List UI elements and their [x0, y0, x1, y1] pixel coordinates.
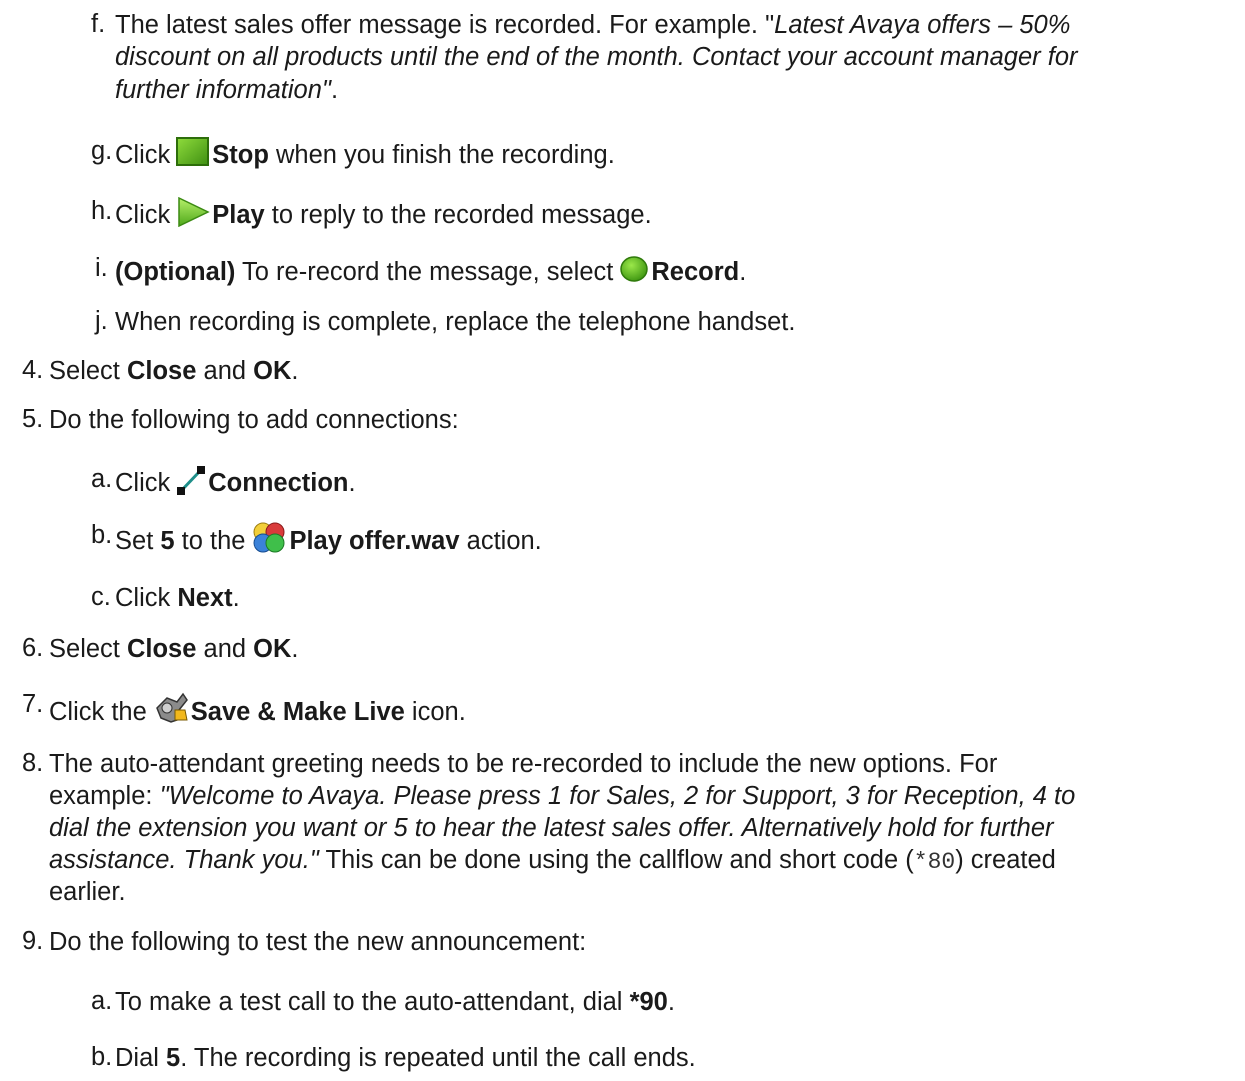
step-9a: To make a test call to the auto-attendan… [115, 988, 675, 1016]
step-5c: Click Next. [115, 584, 240, 612]
short-code: *80 [913, 849, 956, 875]
list-marker: c. [91, 583, 111, 611]
list-marker: b. [91, 1043, 113, 1071]
list-marker: 7. [22, 690, 44, 718]
stop-square-icon[interactable] [176, 137, 210, 167]
step-8-line-4: assistance. Thank you." This can be done… [49, 846, 1056, 875]
step-h: Click Play to reply to the recorded messa… [115, 197, 652, 230]
action-puzzle-icon[interactable] [251, 521, 287, 553]
step-8-line-2: example: "Welcome to Avaya. Please press… [49, 782, 1076, 810]
step-f-line-2: discount on all products until the end o… [115, 43, 1078, 71]
list-marker: 6. [22, 634, 44, 662]
list-marker: 9. [22, 927, 44, 955]
step-6: Select Close and OK. [49, 635, 299, 663]
connection-line-icon[interactable] [176, 465, 206, 495]
step-5: Do the following to add connections: [49, 406, 459, 434]
list-marker: 5. [22, 405, 44, 433]
list-marker: j. [95, 307, 108, 335]
list-marker: 8. [22, 749, 44, 777]
step-5b: Set 5 to the Play offer.wav action. [115, 521, 542, 556]
step-i: (Optional) To re-record the message, sel… [115, 254, 746, 287]
step-7: Click the Save & Make Live icon. [49, 690, 466, 727]
list-marker: i. [95, 254, 108, 282]
list-marker: f. [91, 10, 106, 38]
list-marker: 4. [22, 356, 44, 384]
step-j: When recording is complete, replace the … [115, 308, 796, 336]
list-marker: a. [91, 465, 113, 493]
step-g: Click Stop when you finish the recording. [115, 137, 615, 170]
play-triangle-icon[interactable] [176, 197, 210, 227]
list-marker: h. [91, 197, 113, 225]
step-8-line-1: The auto-attendant greeting needs to be … [49, 750, 998, 778]
step-8-line-3: dial the extension you want or 5 to hear… [49, 814, 1054, 842]
step-8-line-5: earlier. [49, 878, 126, 906]
step-9: Do the following to test the new announc… [49, 928, 587, 956]
step-f-line-1: The latest sales offer message is record… [115, 11, 1071, 39]
step-f-line-3: further information". [115, 76, 339, 104]
record-circle-icon[interactable] [619, 254, 649, 284]
list-marker: g. [91, 137, 113, 165]
step-4: Select Close and OK. [49, 357, 299, 385]
document-page: f. The latest sales offer message is rec… [0, 0, 1245, 1081]
step-9b: Dial 5. The recording is repeated until … [115, 1044, 696, 1072]
list-marker: b. [91, 521, 113, 549]
list-marker: a. [91, 987, 113, 1015]
step-5a: Click Connection. [115, 465, 356, 498]
save-make-live-icon[interactable] [153, 690, 189, 724]
